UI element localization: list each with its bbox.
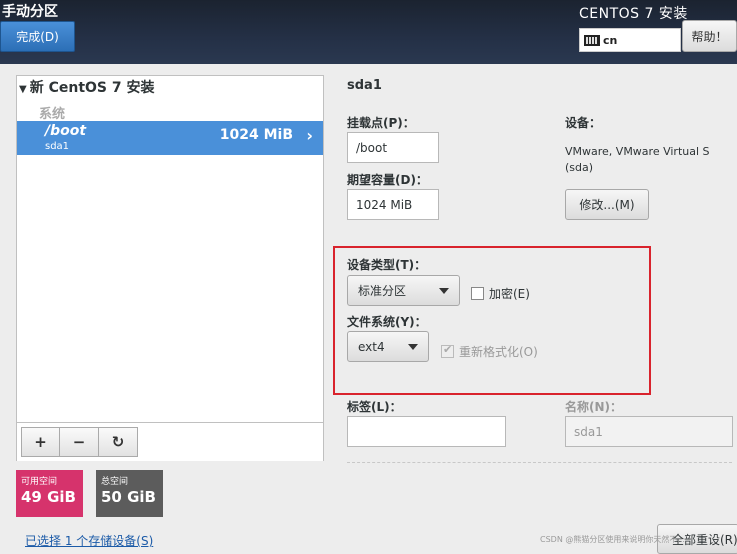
expand-arrow-icon[interactable]: ▼ [19,84,27,95]
partition-detail-title: sda1 [347,78,382,93]
tag-field[interactable] [347,416,506,447]
tree-root-label: 新 CentOS 7 安装 [29,80,155,96]
desired-capacity-label: 期望容量(D)： [347,173,428,187]
keyboard-layout-label: cn [603,33,618,47]
chevron-down-icon [408,343,418,350]
installer-title: CENTOS 7 安装 [579,6,688,22]
chevron-right-icon: › [306,126,313,145]
done-button[interactable]: 完成(D) [0,21,75,52]
device-type-label: 设备类型(T)： [347,258,427,272]
filesystem-value: ext4 [358,339,385,354]
partition-toolbar: + − ↻ [17,422,323,461]
partition-mount: /boot [45,123,87,139]
name-label: 名称(N)： [565,400,623,414]
divider [347,462,732,463]
total-space-value: 50 GiB [101,488,156,506]
encrypt-checkbox[interactable]: 加密(E) [471,285,530,302]
partition-tree-panel: ▼ 新 CentOS 7 安装 系统 /boot sda1 1024 MiB › … [16,75,324,461]
mount-point-field[interactable]: /boot [347,132,439,163]
name-field: sda1 [565,416,733,447]
tag-label: 标签(L)： [347,400,402,414]
device-description: VMware, VMware Virtual S (sda) [565,145,710,174]
total-space-label: 总空间 [101,477,129,487]
checkbox-box[interactable] [471,287,484,300]
add-partition-button[interactable]: + [21,427,60,457]
device-type-select[interactable]: 标准分区 [347,275,460,306]
modify-button[interactable]: 修改...(M) [565,189,649,220]
tree-root[interactable]: ▼ 新 CentOS 7 安装 [19,77,154,97]
checkbox-checked-icon [441,343,454,358]
header-bar: 手动分区 完成(D) CENTOS 7 安装 cn 帮助！ [0,0,737,64]
reformat-label: 重新格式化(O) [459,345,538,359]
device-type-value: 标准分区 [358,284,407,298]
desired-capacity-field[interactable]: 1024 MiB [347,189,439,220]
partition-row-boot[interactable]: /boot sda1 1024 MiB › [17,121,323,155]
remove-partition-button[interactable]: − [60,427,99,457]
keyboard-layout-indicator[interactable]: cn [579,28,681,52]
filesystem-label: 文件系统(Y)： [347,315,427,329]
tree-group-system: 系统 [39,107,66,122]
partition-device: sda1 [45,141,70,152]
available-space-card: 可用空间 49 GiB [16,470,83,517]
refresh-icon[interactable]: ↻ [99,427,138,457]
keyboard-icon [584,34,600,46]
total-space-card: 总空间 50 GiB [96,470,163,517]
help-button[interactable]: 帮助！ [682,20,737,52]
mount-point-label: 挂载点(P)： [347,116,415,130]
partition-size: 1024 MiB [219,127,293,143]
chevron-down-icon [439,287,449,294]
encrypt-label: 加密(E) [489,287,530,301]
device-label: 设备： [565,116,602,130]
available-space-label: 可用空间 [21,477,58,487]
page-title: 手动分区 [2,4,58,20]
reformat-checkbox: 重新格式化(O) [441,343,538,360]
filesystem-select[interactable]: ext4 [347,331,429,362]
available-space-value: 49 GiB [21,488,76,506]
selected-storage-link[interactable]: 已选择 1 个存储设备(S) [25,532,153,549]
watermark-text: CSDN @熊猫分区使用来说明你天然不... [540,535,685,544]
